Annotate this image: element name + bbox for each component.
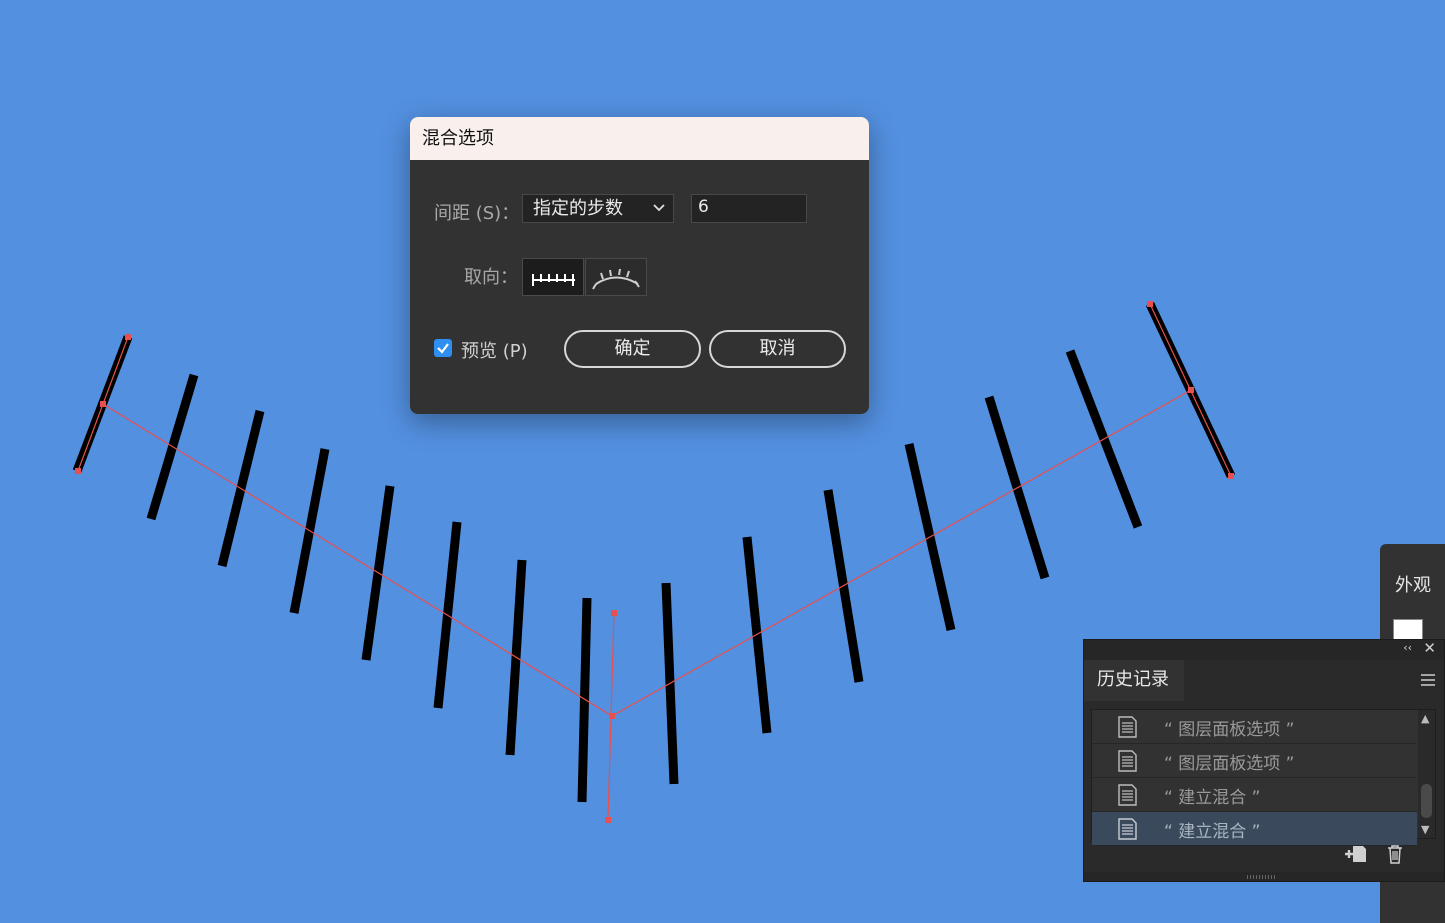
- document-state-icon: [1118, 784, 1137, 806]
- history-panel: ‹‹ ✕ 历史记录 “ 图层面板选项 ” “ 图层面板选项 ” “ 建立混合 ”…: [1083, 639, 1445, 882]
- spacing-select[interactable]: 指定的步数: [522, 194, 674, 223]
- spacing-label: 间距 (S)：: [434, 203, 520, 224]
- anchor-point-1[interactable]: [100, 401, 106, 407]
- new-document-from-state-icon[interactable]: [1344, 844, 1368, 864]
- anchor-point-4[interactable]: [75, 468, 81, 474]
- spacing-select-value: 指定的步数: [533, 198, 623, 219]
- history-item-selected[interactable]: “ 建立混合 ”: [1092, 812, 1417, 846]
- panel-menu-icon[interactable]: [1420, 673, 1436, 687]
- align-to-path-icon: [592, 268, 640, 290]
- trash-icon[interactable]: [1386, 844, 1404, 864]
- history-item-label: “ 建立混合 ”: [1164, 822, 1261, 842]
- align-to-page-icon: [532, 274, 575, 286]
- resize-grip[interactable]: [1247, 875, 1277, 879]
- document-state-icon: [1118, 750, 1137, 772]
- scrollbar-thumb[interactable]: [1421, 784, 1432, 818]
- panel-resize-bar[interactable]: [1084, 872, 1444, 881]
- history-list: “ 图层面板选项 ” “ 图层面板选项 ” “ 建立混合 ” “ 建立混合 ”: [1091, 709, 1436, 846]
- document-state-icon: [1118, 818, 1137, 840]
- history-scrollbar[interactable]: ▲ ▼: [1418, 710, 1435, 838]
- scroll-up-icon[interactable]: ▲: [1421, 712, 1429, 725]
- align-to-path-button[interactable]: [585, 258, 647, 296]
- collapse-panels-icon[interactable]: ‹‹: [1403, 641, 1412, 654]
- anchor-point-6[interactable]: [1228, 473, 1234, 479]
- anchor-point-3[interactable]: [1188, 387, 1194, 393]
- dialog-title: 混合选项: [410, 117, 869, 160]
- orientation-label: 取向：: [464, 267, 518, 288]
- preview-checkbox[interactable]: [434, 339, 452, 357]
- history-item-label: “ 建立混合 ”: [1164, 788, 1261, 808]
- checkmark-icon: [437, 343, 449, 354]
- ok-button[interactable]: 确定: [564, 330, 701, 368]
- document-state-icon: [1118, 716, 1137, 738]
- anchor-point-5[interactable]: [125, 334, 131, 340]
- preview-label[interactable]: 预览 (P): [461, 337, 528, 363]
- blend-options-dialog: 混合选项 间距 (S)： 指定的步数 6 取向： 预览 (P) 确定 取消: [410, 117, 869, 414]
- cancel-button[interactable]: 取消: [709, 330, 846, 368]
- anchor-point-7[interactable]: [1147, 301, 1153, 307]
- panel-header-bar[interactable]: ‹‹ ✕: [1084, 639, 1444, 660]
- fill-swatch[interactable]: [1393, 619, 1423, 641]
- history-item[interactable]: “ 图层面板选项 ”: [1092, 710, 1417, 744]
- align-to-page-button[interactable]: [522, 258, 584, 296]
- blend-spine-path[interactable]: [102, 389, 1192, 717]
- history-item[interactable]: “ 建立混合 ”: [1092, 778, 1417, 812]
- history-item-label: “ 图层面板选项 ”: [1164, 720, 1295, 740]
- chevron-down-icon: [653, 204, 665, 212]
- history-item[interactable]: “ 图层面板选项 ”: [1092, 744, 1417, 778]
- scroll-down-icon[interactable]: ▼: [1421, 823, 1429, 836]
- close-icon[interactable]: ✕: [1423, 639, 1436, 657]
- anchor-point-2[interactable]: [609, 713, 615, 719]
- appearance-panel-title[interactable]: 外观: [1395, 571, 1431, 597]
- tab-history[interactable]: 历史记录: [1084, 660, 1184, 701]
- anchor-point-9[interactable]: [605, 817, 611, 823]
- steps-input[interactable]: 6: [691, 194, 807, 223]
- history-item-label: “ 图层面板选项 ”: [1164, 754, 1295, 774]
- anchor-point-8[interactable]: [611, 610, 617, 616]
